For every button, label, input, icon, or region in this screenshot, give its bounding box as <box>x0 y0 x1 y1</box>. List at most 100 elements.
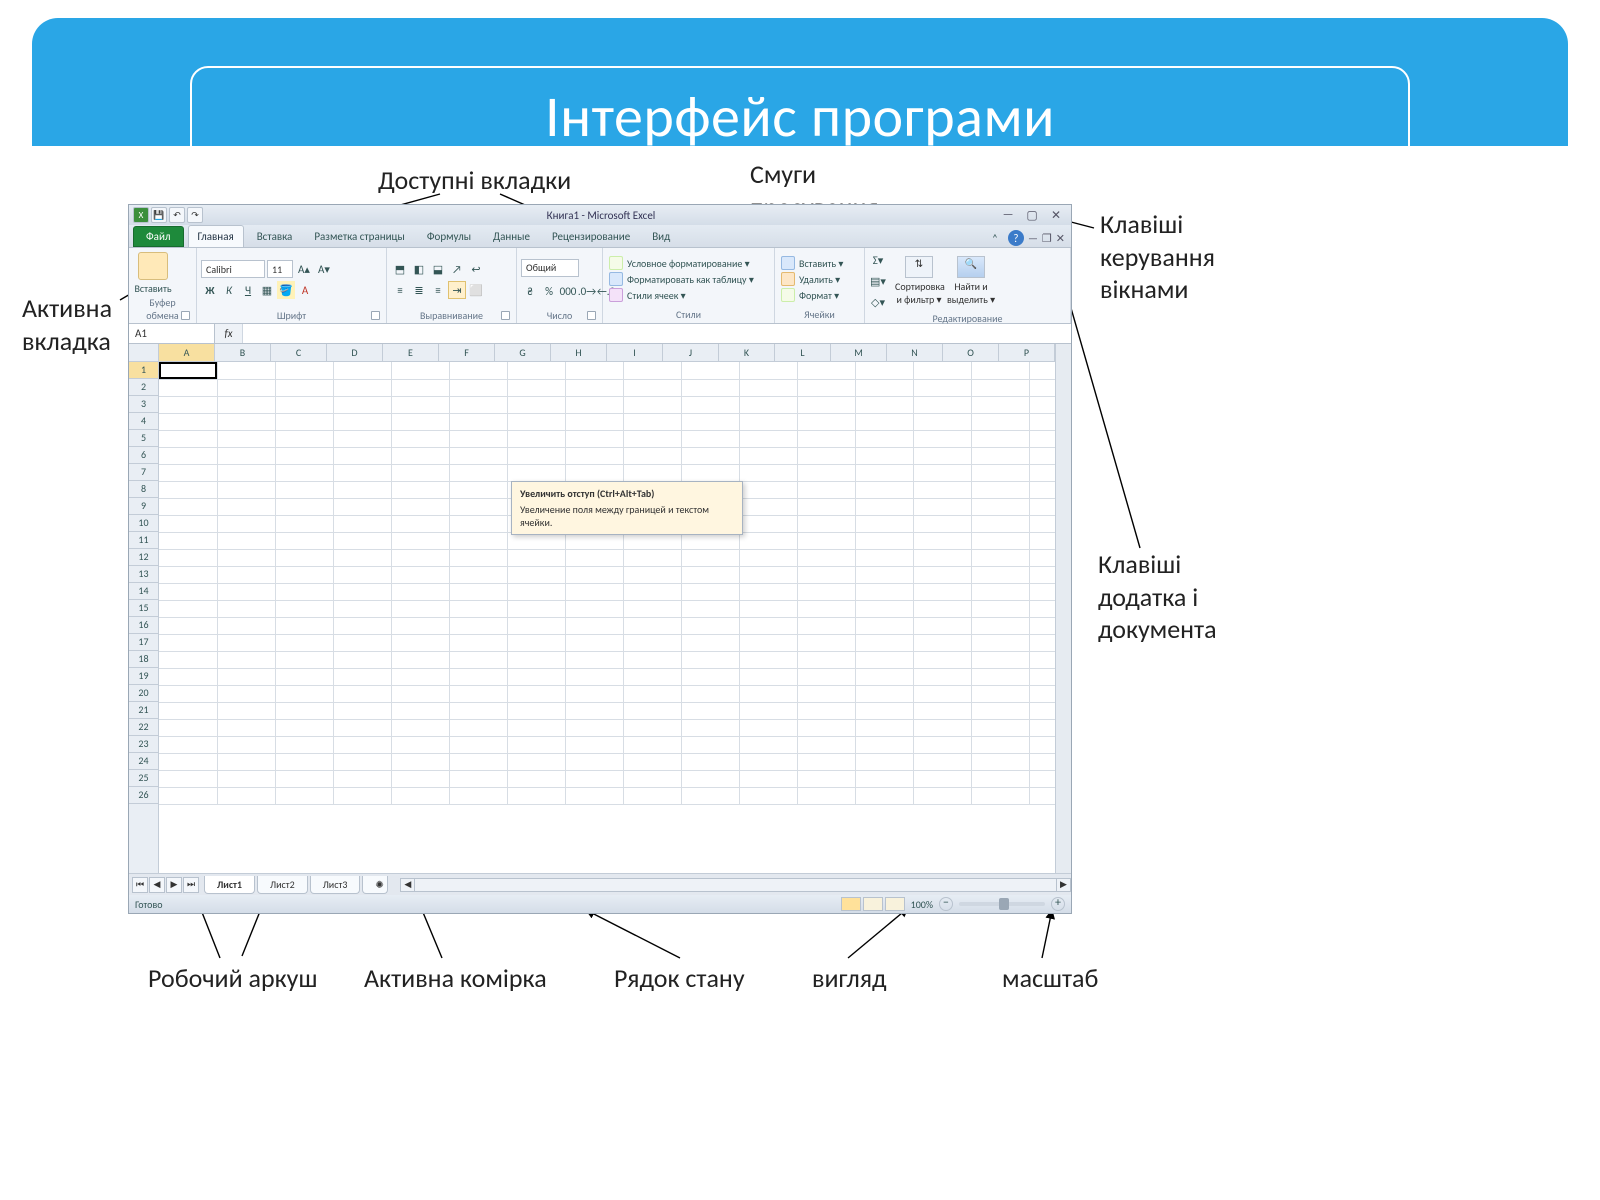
row-header[interactable]: 14 <box>129 583 158 600</box>
underline-button[interactable]: Ч <box>239 281 257 299</box>
row-header[interactable]: 20 <box>129 685 158 702</box>
font-color-button[interactable]: A <box>296 281 314 299</box>
row-header[interactable]: 8 <box>129 481 158 498</box>
view-page-layout-button[interactable] <box>863 897 883 911</box>
fill-icon[interactable]: ▤▾ <box>869 272 887 290</box>
column-header[interactable]: M <box>831 344 887 361</box>
ribbon-tab-insert[interactable]: Вставка <box>248 226 302 247</box>
align-top-icon[interactable]: ⬒ <box>391 260 409 278</box>
column-header[interactable]: O <box>943 344 999 361</box>
row-header[interactable]: 21 <box>129 702 158 719</box>
hscroll-right-icon[interactable]: ▶ <box>1056 879 1070 891</box>
align-mid-icon[interactable]: ◧ <box>410 260 428 278</box>
row-header[interactable]: 15 <box>129 600 158 617</box>
delete-cells-button[interactable]: Удалить ▾ <box>779 272 845 286</box>
name-box[interactable]: A1 <box>129 324 215 343</box>
sheet-next-icon[interactable]: ▶ <box>166 877 182 893</box>
row-header[interactable]: 5 <box>129 430 158 447</box>
fx-icon[interactable]: fx <box>215 324 243 343</box>
column-header[interactable]: E <box>383 344 439 361</box>
insert-cells-button[interactable]: Вставить ▾ <box>779 256 845 270</box>
horizontal-scrollbar[interactable]: ◀ ▶ <box>400 878 1071 892</box>
align-bot-icon[interactable]: ⬓ <box>429 260 447 278</box>
view-normal-button[interactable] <box>841 897 861 911</box>
column-header[interactable]: B <box>215 344 271 361</box>
wb-close-button[interactable]: ✕ <box>1056 232 1065 245</box>
sheet-tab-2[interactable]: Лист2 <box>257 876 308 894</box>
worksheet-grid[interactable]: Увеличить отступ (Ctrl+Alt+Tab) Увеличен… <box>129 344 1071 873</box>
align-left-icon[interactable]: ≡ <box>391 281 409 299</box>
minimize-ribbon-icon[interactable]: ˄ <box>986 229 1004 247</box>
file-tab[interactable]: Файл <box>133 226 184 247</box>
launcher-clipboard[interactable] <box>181 311 190 320</box>
row-header[interactable]: 9 <box>129 498 158 515</box>
launcher-align[interactable] <box>501 311 510 320</box>
wrap-text-icon[interactable]: ↩ <box>467 260 485 278</box>
maximize-button[interactable]: ▢ <box>1023 208 1041 222</box>
ribbon-tab-home[interactable]: Главная <box>188 225 244 247</box>
row-header[interactable]: 11 <box>129 532 158 549</box>
ribbon-tab-review[interactable]: Рецензирование <box>543 226 639 247</box>
row-header[interactable]: 16 <box>129 617 158 634</box>
row-header[interactable]: 18 <box>129 651 158 668</box>
clear-icon[interactable]: ◇▾ <box>869 293 887 311</box>
ribbon-tab-view[interactable]: Вид <box>643 226 679 247</box>
align-right-icon[interactable]: ≡ <box>429 281 447 299</box>
cells-canvas[interactable] <box>159 362 1055 804</box>
row-header[interactable]: 3 <box>129 396 158 413</box>
help-icon[interactable]: ? <box>1008 230 1024 246</box>
launcher-font[interactable] <box>371 311 380 320</box>
row-header[interactable]: 4 <box>129 413 158 430</box>
column-header[interactable]: I <box>607 344 663 361</box>
save-icon[interactable]: 💾 <box>151 207 167 223</box>
format-cells-button[interactable]: Формат ▾ <box>779 288 845 302</box>
sheet-first-icon[interactable]: ⏮ <box>132 877 148 893</box>
row-header[interactable]: 22 <box>129 719 158 736</box>
column-header[interactable]: L <box>775 344 831 361</box>
ribbon-tab-formulas[interactable]: Формулы <box>418 226 480 247</box>
row-header[interactable]: 10 <box>129 515 158 532</box>
launcher-number[interactable] <box>587 311 596 320</box>
wb-restore-button[interactable]: ❐ <box>1042 232 1052 245</box>
format-as-table-button[interactable]: Форматировать как таблицу ▾ <box>607 272 756 286</box>
border-button[interactable]: ▦ <box>258 281 276 299</box>
column-header[interactable]: C <box>271 344 327 361</box>
wb-minimize-button[interactable]: — <box>1028 232 1038 245</box>
currency-icon[interactable]: ₴ <box>521 283 539 301</box>
column-header[interactable]: D <box>327 344 383 361</box>
undo-icon[interactable]: ↶ <box>169 207 185 223</box>
hscroll-left-icon[interactable]: ◀ <box>401 879 415 891</box>
indent-inc-icon[interactable]: ⇥ <box>448 281 466 299</box>
sort-filter-button[interactable]: ⇅ Сортировка и фильтр ▾ <box>895 256 943 306</box>
row-header[interactable]: 12 <box>129 549 158 566</box>
dec-inc-icon[interactable]: .0→ <box>578 283 596 301</box>
zoom-in-button[interactable]: + <box>1051 897 1065 911</box>
vertical-scrollbar[interactable] <box>1055 344 1071 873</box>
row-header[interactable]: 17 <box>129 634 158 651</box>
align-center-icon[interactable]: ≣ <box>410 281 428 299</box>
row-header[interactable]: 25 <box>129 770 158 787</box>
row-header[interactable]: 7 <box>129 464 158 481</box>
merge-icon[interactable]: ⬜ <box>467 281 485 299</box>
bold-button[interactable]: Ж <box>201 281 219 299</box>
row-header[interactable]: 1 <box>129 362 158 379</box>
zoom-out-button[interactable]: − <box>939 897 953 911</box>
ribbon-tab-layout[interactable]: Разметка страницы <box>305 226 414 247</box>
cell-styles-button[interactable]: Стили ячеек ▾ <box>607 288 756 302</box>
find-select-button[interactable]: 🔍 Найти и выделить ▾ <box>947 256 995 306</box>
row-header[interactable]: 23 <box>129 736 158 753</box>
sheet-last-icon[interactable]: ⏭ <box>183 877 199 893</box>
paste-button[interactable]: Вставить <box>133 252 173 295</box>
fill-color-button[interactable]: 🪣 <box>277 281 295 299</box>
column-header[interactable]: P <box>999 344 1055 361</box>
row-header[interactable]: 2 <box>129 379 158 396</box>
grow-font-icon[interactable]: A▴ <box>295 260 313 278</box>
redo-icon[interactable]: ↷ <box>187 207 203 223</box>
orientation-icon[interactable]: ↗ <box>448 260 466 278</box>
comma-icon[interactable]: 000 <box>559 283 577 301</box>
new-sheet-button[interactable]: ✺ <box>362 876 388 894</box>
autosum-icon[interactable]: Σ▾ <box>869 251 887 269</box>
column-header[interactable]: N <box>887 344 943 361</box>
number-format-select[interactable]: Общий <box>521 259 579 277</box>
column-header[interactable]: F <box>439 344 495 361</box>
